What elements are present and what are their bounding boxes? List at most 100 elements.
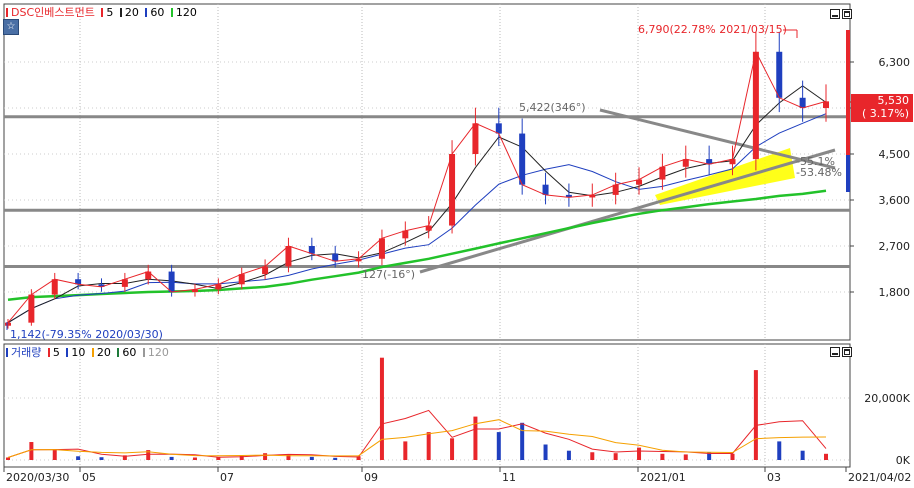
volume-bar bbox=[543, 444, 548, 460]
volume-bar bbox=[379, 357, 384, 460]
current-price-box: 5,530 ( 3.17%) bbox=[851, 94, 913, 122]
candle-body bbox=[51, 279, 58, 295]
volume-bar bbox=[6, 457, 10, 460]
candle-body bbox=[378, 238, 385, 259]
vma10-marker-icon bbox=[66, 348, 69, 357]
candle-body bbox=[519, 133, 526, 185]
ma120-marker-icon bbox=[170, 8, 173, 17]
candle-body bbox=[28, 294, 35, 323]
volume-bar bbox=[192, 457, 197, 460]
vma10-label: 10 bbox=[71, 346, 86, 359]
x-tick-label: 03 bbox=[767, 471, 781, 484]
candle-body bbox=[542, 184, 549, 195]
ma120-label: 120 bbox=[175, 6, 197, 19]
volume-legend: 거래량 5 10 20 60 120 bbox=[6, 346, 172, 360]
candle-body bbox=[472, 123, 479, 154]
x-tick-label: 09 bbox=[364, 471, 378, 484]
ma5-marker-icon bbox=[101, 8, 104, 17]
volume-bar bbox=[29, 442, 34, 460]
price-legend-name: DSC인베스트먼트 bbox=[11, 6, 95, 19]
price-range-down-bar bbox=[846, 155, 850, 192]
ma20-label: 20 bbox=[124, 6, 139, 19]
x-tick-label: 05 bbox=[82, 471, 96, 484]
price-tick-label: 3,600 bbox=[879, 194, 911, 207]
volume-tick-label: 0K bbox=[896, 454, 911, 467]
candle-body bbox=[659, 166, 666, 180]
current-price-value: 5,530 bbox=[877, 94, 910, 107]
volume-bar bbox=[777, 441, 782, 460]
x-tick-label: 2021/04/02 bbox=[848, 471, 911, 484]
price-tick-label: 6,300 bbox=[879, 56, 911, 69]
x-tick-label: 2021/01 bbox=[640, 471, 686, 484]
price-legend-marker-icon bbox=[6, 8, 8, 17]
volume-bar bbox=[169, 456, 174, 460]
volume-bar bbox=[333, 457, 338, 460]
volume-bar bbox=[309, 456, 314, 460]
low-annotation: 1,142(-79.35% 2020/03/30) bbox=[10, 328, 163, 341]
pattern-pct-label-2: -53.48% bbox=[796, 166, 842, 179]
candle-body bbox=[5, 322, 11, 326]
chart-window: 6,3005,4004,5003,6002,7001,8006,790(22.7… bbox=[0, 0, 914, 484]
current-price-change: ( 3.17%) bbox=[861, 107, 909, 120]
candle-body bbox=[752, 51, 759, 160]
volume-tick-label: 20,000K bbox=[864, 392, 910, 405]
price-tick-label: 4,500 bbox=[879, 148, 911, 161]
price-panel-maximize-button[interactable] bbox=[842, 9, 852, 19]
volume-bar bbox=[403, 441, 408, 460]
volume-bar bbox=[824, 453, 828, 460]
x-tick-label: 2020/03/30 bbox=[6, 471, 69, 484]
candle-body bbox=[238, 274, 245, 285]
volume-bar bbox=[52, 449, 57, 460]
price-tick-label: 2,700 bbox=[879, 240, 911, 253]
high-annotation: 6,790(22.78% 2021/03/15) bbox=[638, 23, 787, 36]
vma60-marker-icon bbox=[117, 348, 120, 357]
chart-settings-icon[interactable]: ☆ bbox=[3, 19, 19, 35]
volume-bar bbox=[730, 453, 735, 460]
vma60-label: 60 bbox=[122, 346, 137, 359]
x-tick-label: 11 bbox=[502, 471, 516, 484]
candle-body bbox=[612, 184, 619, 195]
volume-bar bbox=[683, 454, 688, 460]
volume-bar bbox=[590, 452, 595, 460]
vma120-marker-icon bbox=[142, 348, 145, 357]
candle-body bbox=[449, 154, 456, 226]
volume-legend-name: 거래량 bbox=[11, 346, 42, 359]
volume-bar bbox=[566, 450, 571, 460]
volume-bar bbox=[450, 438, 455, 460]
vma5-marker-icon bbox=[47, 348, 50, 357]
volume-bar bbox=[800, 450, 805, 460]
price-panel-minimize-button[interactable] bbox=[830, 9, 840, 19]
candle-body bbox=[168, 271, 175, 292]
volume-bar bbox=[426, 432, 431, 460]
candle-body bbox=[495, 123, 502, 134]
volume-bar bbox=[637, 447, 642, 460]
ma5-label: 5 bbox=[106, 6, 114, 19]
volume-legend-marker-icon bbox=[6, 348, 8, 357]
vma20-marker-icon bbox=[91, 348, 94, 357]
candle-body bbox=[285, 246, 292, 267]
chart-canvas: 6,3005,4004,5003,6002,7001,8006,790(22.7… bbox=[3, 3, 911, 484]
candle-body bbox=[776, 51, 783, 98]
vma20-label: 20 bbox=[96, 346, 111, 359]
ma60-marker-icon bbox=[145, 8, 148, 17]
volume-panel-minimize-button[interactable] bbox=[830, 347, 840, 357]
ma60-label: 60 bbox=[150, 6, 165, 19]
pattern-angle-label: 5,422(346°) bbox=[519, 101, 586, 114]
price-legend: DSC인베스트먼트 5 20 60 120 bbox=[6, 6, 200, 20]
volume-bar bbox=[496, 432, 501, 460]
volume-bar bbox=[660, 453, 665, 460]
candle-body bbox=[799, 97, 806, 108]
volume-bar bbox=[99, 457, 104, 460]
volume-bar bbox=[76, 456, 81, 460]
price-tick-label: 1,800 bbox=[879, 286, 911, 299]
volume-bar bbox=[520, 422, 525, 460]
vma5-label: 5 bbox=[52, 346, 60, 359]
vma120-label: 120 bbox=[147, 346, 169, 359]
volume-bar bbox=[753, 370, 758, 460]
x-tick-label: 07 bbox=[220, 471, 234, 484]
volume-panel-maximize-button[interactable] bbox=[842, 347, 852, 357]
price-range-up-bar bbox=[846, 30, 850, 155]
trendline-angle-label: 127(-16°) bbox=[362, 268, 415, 281]
volume-bar bbox=[263, 453, 268, 460]
volume-bar bbox=[613, 453, 618, 460]
